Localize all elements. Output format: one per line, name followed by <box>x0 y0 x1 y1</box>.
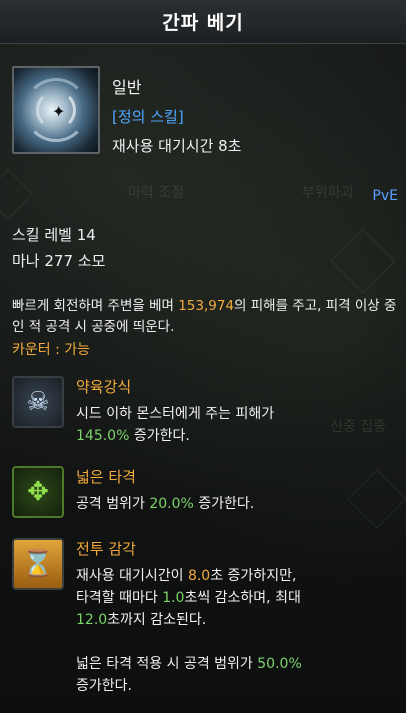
tripod-value: 50.0% <box>257 656 302 672</box>
tripod-value: 12.0 <box>76 612 108 628</box>
tripod-effect: 초까지 감소된다. <box>107 612 207 628</box>
tooltip-header: 간파 베기 <box>0 0 406 44</box>
skill-description: 빠르게 회전하며 주변을 베며 153,974의 피해를 주고, 피격 이상 중… <box>12 296 400 361</box>
skill-tooltip: 간파 베기 ✦ 일반 [정의 스킬] 재사용 대기시간 8초 PvE 스킬 레벨… <box>0 0 406 713</box>
skull-icon: ☠ <box>12 376 64 428</box>
skill-type: [정의 스킬] <box>112 108 184 126</box>
tripod-name: 전투 감각 <box>76 540 136 558</box>
blade-swirl-icon: ✦ <box>12 66 100 154</box>
skill-title: 간파 베기 <box>162 12 244 34</box>
tripod-effect: 증가한다. <box>76 678 132 694</box>
tripod-name: 약육강식 <box>76 378 132 396</box>
skill-cooldown: 재사용 대기시간 8초 <box>112 137 242 155</box>
hourglass-icon: ⌛ <box>12 538 64 590</box>
tripod-value: 8.0 <box>187 568 211 584</box>
tripod-effect: 넓은 타격 적용 시 공격 범위가 <box>76 656 258 672</box>
tripod-item: ✥ 넓은 타격 공격 범위가 20.0% 증가한다. <box>12 466 254 518</box>
tripod-item: ☠ 약육강식 시드 이하 몬스터에게 주는 피해가 145.0% 증가한다. <box>12 376 274 447</box>
description-text: 빠르게 회전하며 주변을 베며 <box>12 298 179 314</box>
pve-label: PvE <box>372 188 398 204</box>
tripod-effect: 공격 범위가 <box>76 496 150 512</box>
skill-meta: 일반 [정의 스킬] 재사용 대기시간 8초 <box>112 66 241 156</box>
tripod-effect: 시드 이하 몬스터에게 주는 피해가 <box>76 406 275 422</box>
tripod-effect: 증가한다. <box>129 428 190 444</box>
tripod-effect: 타격할 때마다 <box>76 590 163 606</box>
tripod-value: 1.0 <box>162 590 185 606</box>
tripod-item: ⌛ 전투 감각 재사용 대기시간이 8.0초 증가하지만, 타격할 때마다 1.… <box>12 538 302 697</box>
counter-status: 카운터 : 가능 <box>12 342 91 358</box>
skill-grade: 일반 <box>112 78 142 97</box>
tripod-effect: 초씩 감소하며, 최대 <box>184 590 301 606</box>
tripod-effect: 재사용 대기시간이 <box>76 568 188 584</box>
damage-value: 153,974 <box>178 298 235 314</box>
skill-summary: ✦ 일반 [정의 스킬] 재사용 대기시간 8초 <box>12 66 241 156</box>
skill-stats: 스킬 레벨 14 마나 277 소모 <box>12 222 105 274</box>
tripod-value: 145.0% <box>76 428 130 444</box>
skill-level: 스킬 레벨 14 <box>12 226 96 244</box>
tripod-effect: 초 증가하지만, <box>210 568 297 584</box>
expand-arrows-icon: ✥ <box>12 466 64 518</box>
tripod-value: 20.0% <box>149 496 194 512</box>
mana-cost: 마나 277 소모 <box>12 252 106 270</box>
tripod-effect: 증가한다. <box>193 496 255 512</box>
tripod-name: 넓은 타격 <box>76 468 136 486</box>
